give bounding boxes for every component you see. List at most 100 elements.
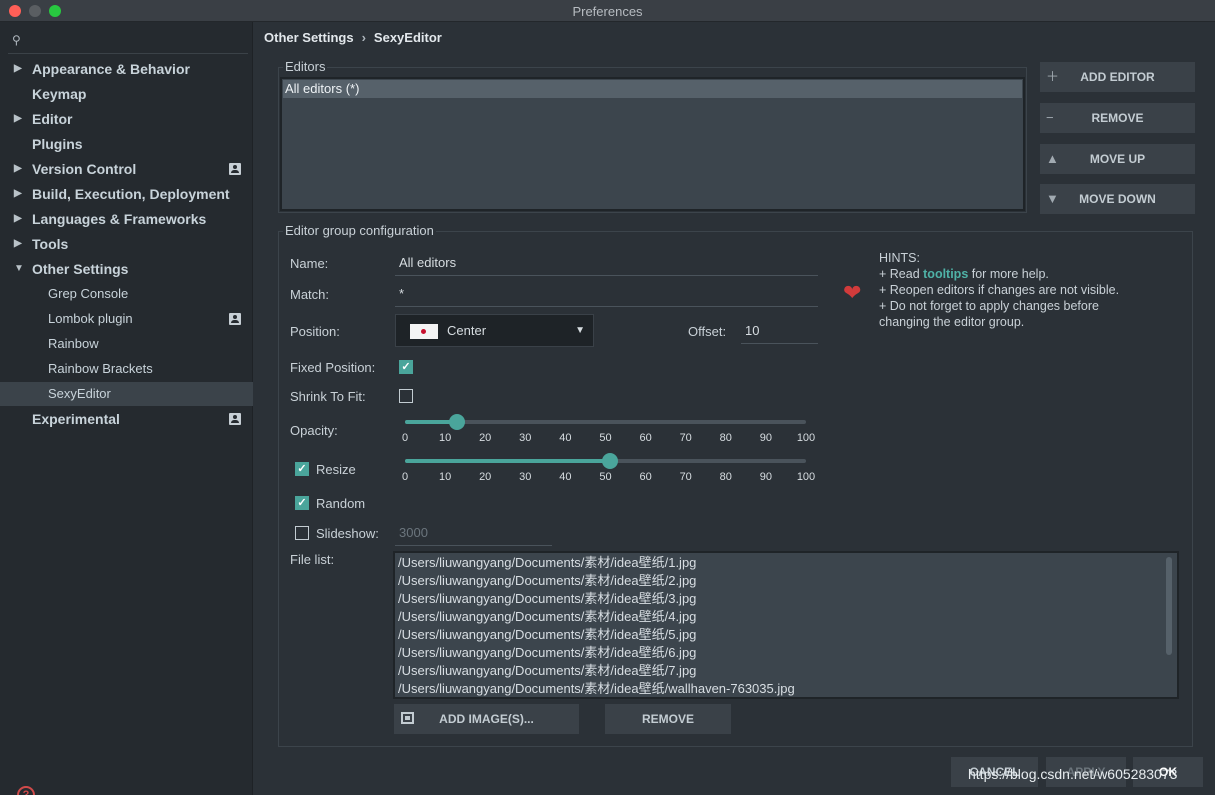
sidebar-item-label: Other Settings (32, 261, 129, 277)
file-list-scrollbar[interactable] (1166, 557, 1172, 655)
slider-tick-label: 70 (679, 432, 692, 444)
sidebar-item-lombok-plugin[interactable]: Lombok plugin (0, 307, 253, 331)
file-list-item[interactable]: /Users/liuwangyang/Documents/素材/idea壁纸/3… (398, 590, 696, 608)
sidebar-item-label: Lombok plugin (48, 311, 133, 326)
config-legend: Editor group configuration (283, 223, 436, 238)
sidebar-item-version-control[interactable]: ▶ Version Control (0, 157, 253, 181)
chevron-right-icon[interactable]: ▶ (14, 107, 22, 131)
resize-checkbox[interactable]: ✓ (295, 462, 309, 476)
file-list-item[interactable]: /Users/liuwangyang/Documents/素材/idea壁纸/6… (398, 644, 696, 662)
hints-line-4: changing the editor group. (879, 315, 1025, 329)
sidebar-item-plugins[interactable]: Plugins (0, 132, 253, 156)
sidebar-item-label: Plugins (32, 136, 83, 152)
file-list-item[interactable]: /Users/liuwangyang/Documents/素材/idea壁纸/4… (398, 608, 696, 626)
sidebar-item-label: Appearance & Behavior (32, 61, 190, 77)
remove-editor-label: REMOVE (1091, 111, 1144, 125)
breadcrumb-current: SexyEditor (373, 30, 442, 45)
plus-icon: ＋ (1046, 69, 1060, 84)
slideshow-checkbox[interactable] (295, 526, 309, 540)
remove-editor-button[interactable]: − REMOVE (1040, 103, 1195, 133)
match-field[interactable]: * (395, 283, 818, 307)
opacity-label: Opacity: (290, 423, 338, 438)
slider-tick-label: 50 (599, 471, 612, 483)
sidebar-item-experimental[interactable]: Experimental (0, 407, 253, 431)
name-label: Name: (290, 256, 329, 271)
tooltips-link[interactable]: tooltips (923, 267, 968, 281)
slideshow-label: Slideshow: (316, 526, 379, 541)
resize-slider-thumb[interactable] (601, 453, 618, 469)
sidebar-item-keymap[interactable]: Keymap (0, 82, 253, 106)
slider-tick-label: 50 (599, 432, 612, 444)
sidebar-item-build-execution-deployment[interactable]: ▶ Build, Execution, Deployment (0, 182, 253, 206)
sidebar-item-tools[interactable]: ▶ Tools (0, 232, 253, 256)
slider-tick-label: 40 (559, 471, 572, 483)
move-down-button[interactable]: ▼ MOVE DOWN (1040, 184, 1195, 214)
add-images-button[interactable]: ADD IMAGE(S)... (394, 704, 579, 734)
sidebar-item-rainbow-brackets[interactable]: Rainbow Brackets (0, 357, 253, 381)
shrink-to-fit-checkbox[interactable] (399, 389, 413, 403)
sidebar-item-label: Rainbow Brackets (48, 361, 153, 376)
add-images-label: ADD IMAGE(S)... (439, 712, 534, 726)
chevron-right-icon[interactable]: ▶ (14, 182, 22, 206)
chevron-right-icon[interactable]: ▶ (14, 57, 22, 81)
images-icon (401, 712, 414, 724)
chevron-right-icon[interactable]: ▶ (14, 157, 22, 181)
sidebar-item-label: Languages & Frameworks (32, 211, 207, 227)
file-list-item[interactable]: /Users/liuwangyang/Documents/素材/idea壁纸/7… (398, 662, 696, 680)
editors-legend: Editors (283, 59, 328, 74)
sidebar-item-sexyeditor[interactable]: SexyEditor (0, 382, 253, 406)
chevron-down-icon[interactable]: ▼ (14, 257, 24, 281)
file-list-item[interactable]: /Users/liuwangyang/Documents/素材/idea壁纸/2… (398, 572, 696, 590)
slider-tick-label: 40 (559, 432, 572, 444)
offset-label: Offset: (688, 324, 727, 339)
sidebar-item-grep-console[interactable]: Grep Console (0, 282, 253, 306)
position-label: Position: (290, 324, 340, 339)
editors-list[interactable]: All editors (*) (280, 77, 1025, 211)
file-list[interactable]: /Users/liuwangyang/Documents/素材/idea壁纸/1… (393, 551, 1179, 699)
opacity-slider[interactable] (405, 414, 806, 430)
hints-line-2: + Reopen editors if changes are not visi… (879, 283, 1120, 297)
chevron-right-icon[interactable]: ▶ (14, 207, 22, 231)
slider-tick-label: 10 (438, 471, 452, 483)
add-editor-label: ADD EDITOR (1080, 70, 1155, 84)
sidebar-item-rainbow[interactable]: Rainbow (0, 332, 253, 356)
resize-slider[interactable] (405, 453, 806, 469)
random-checkbox[interactable]: ✓ (295, 496, 309, 510)
slider-tick-label: 100 (796, 432, 816, 444)
offset-field[interactable]: 10 (741, 320, 818, 344)
help-icon[interactable]: ? (17, 786, 35, 795)
resize-slider-fill (405, 459, 610, 463)
editors-list-item[interactable]: All editors (*) (283, 80, 1022, 98)
add-editor-button[interactable]: ＋ ADD EDITOR (1040, 62, 1195, 92)
project-settings-icon (229, 163, 241, 175)
move-up-button[interactable]: ▲ MOVE UP (1040, 144, 1195, 174)
sidebar-item-editor[interactable]: ▶ Editor (0, 107, 253, 131)
breadcrumb-parent[interactable]: Other Settings (264, 30, 354, 45)
chevron-right-icon[interactable]: ▶ (14, 232, 22, 256)
slider-tick-label: 80 (719, 432, 732, 444)
file-list-item[interactable]: /Users/liuwangyang/Documents/素材/idea壁纸/1… (398, 554, 696, 572)
remove-images-button[interactable]: REMOVE (605, 704, 731, 734)
slideshow-interval-field[interactable]: 3000 (395, 522, 552, 546)
sidebar-item-label: Grep Console (48, 286, 129, 301)
sidebar-item-other-settings[interactable]: ▼ Other Settings (0, 257, 253, 281)
settings-search-input[interactable]: ⚲ (8, 30, 248, 54)
name-field[interactable]: All editors (395, 252, 818, 276)
hints-line-3: + Do not forget to apply changes before (879, 299, 1099, 313)
match-label: Match: (290, 287, 330, 302)
slider-tick-label: 30 (519, 432, 532, 444)
sidebar-item-languages-frameworks[interactable]: ▶ Languages & Frameworks (0, 207, 253, 231)
sidebar-item-appearance-behavior[interactable]: ▶ Appearance & Behavior (0, 57, 253, 81)
japan-flag-icon (410, 324, 438, 339)
file-list-item[interactable]: /Users/liuwangyang/Documents/素材/idea壁纸/5… (398, 626, 696, 644)
file-list-item[interactable]: /Users/liuwangyang/Documents/素材/idea壁纸/w… (398, 680, 795, 697)
search-icon: ⚲ (12, 33, 21, 47)
fixed-position-checkbox[interactable]: ✓ (399, 360, 413, 374)
slider-tick-label: 10 (438, 432, 452, 444)
project-settings-icon (229, 413, 241, 425)
opacity-slider-thumb[interactable] (449, 414, 466, 430)
position-select[interactable]: Center ▼ (395, 314, 594, 347)
hints-panel: HINTS: + Read tooltips for more help. + … (879, 250, 1179, 330)
slider-tick-label: 80 (719, 471, 732, 483)
random-label: Random (316, 496, 366, 511)
